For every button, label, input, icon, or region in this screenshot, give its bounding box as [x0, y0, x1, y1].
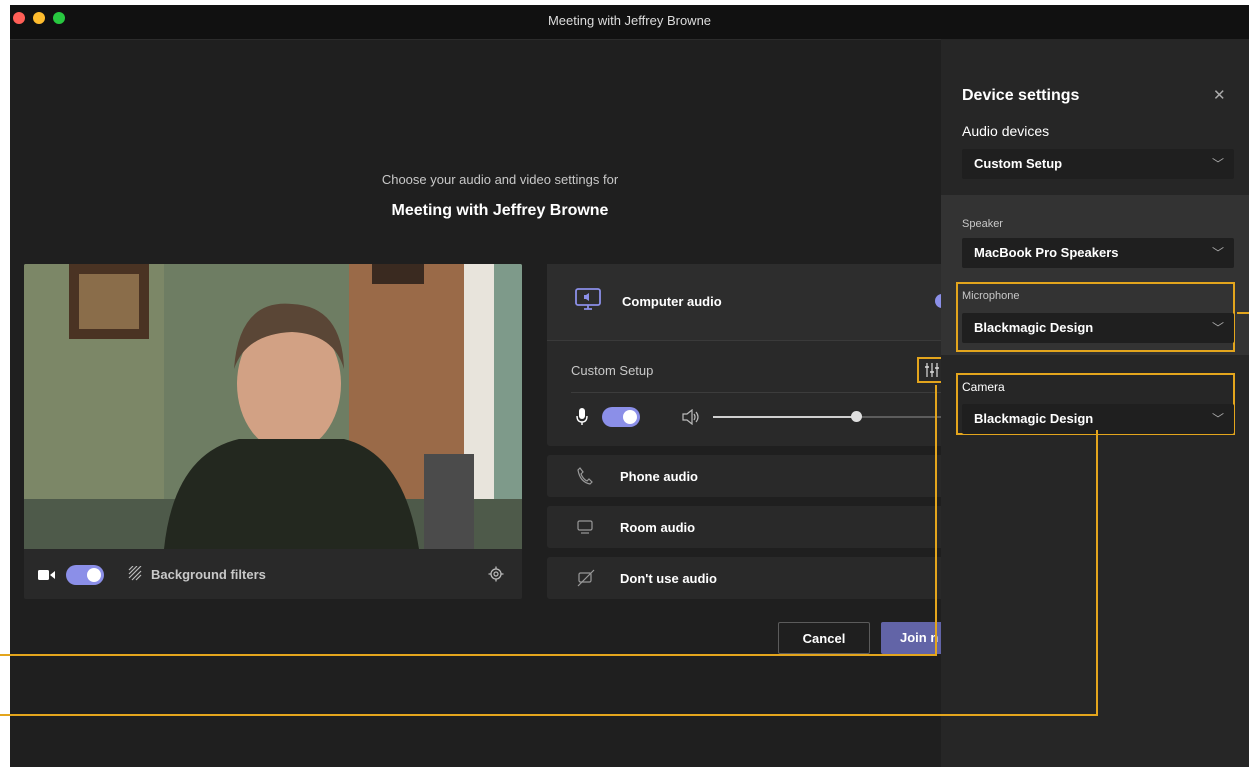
background-effects-icon [128, 566, 142, 581]
speaker-volume-icon [682, 409, 699, 425]
cancel-button[interactable]: Cancel [778, 622, 870, 654]
callout-line-adjust-vertical [935, 385, 937, 656]
camera-value: Blackmagic Design [974, 411, 1094, 426]
custom-setup-divider [571, 392, 941, 393]
device-settings-title: Device settings [962, 87, 1080, 104]
microphone-icon [576, 408, 588, 425]
microphone-label: Microphone [962, 290, 1020, 302]
prejoin-subtitle: Choose your audio and video settings for [381, 172, 619, 187]
camera-select[interactable]: Blackmagic Design ﹀ [962, 404, 1234, 434]
computer-audio-card[interactable]: Computer audio Custom Setup [547, 264, 949, 446]
callout-line-camera-vertical [1096, 430, 1098, 716]
room-display-icon [577, 520, 593, 534]
room-audio-label: Room audio [620, 520, 696, 535]
audio-devices-value: Custom Setup [974, 156, 1063, 171]
computer-audio-icon [575, 288, 601, 310]
close-panel-icon[interactable]: ✕ [1213, 86, 1226, 104]
chevron-down-icon: ﹀ [1211, 321, 1224, 335]
volume-slider-thumb[interactable] [851, 411, 862, 422]
speaker-label: Speaker [962, 218, 1003, 230]
camera-preview [24, 264, 522, 549]
device-settings-gear-icon[interactable] [488, 566, 504, 582]
callout-line-microphone [1237, 312, 1249, 314]
volume-slider-filled [713, 416, 858, 418]
video-camera-icon [38, 570, 55, 580]
no-audio-option[interactable]: Don't use audio [547, 557, 947, 599]
background-filters-label[interactable]: Background filters [151, 567, 266, 582]
microphone-select[interactable]: Blackmagic Design ﹀ [962, 313, 1234, 343]
audio-devices-select[interactable]: Custom Setup ﹀ [962, 149, 1234, 179]
room-audio-option[interactable]: Room audio [547, 506, 947, 548]
camera-preview-image [24, 264, 522, 549]
speaker-value: MacBook Pro Speakers [974, 245, 1119, 260]
audio-devices-label: Audio devices [962, 123, 1050, 139]
audio-adjust-icon[interactable] [925, 363, 939, 377]
volume-slider-track [858, 416, 947, 418]
device-settings-panel: Device settings ✕ Audio devices Custom S… [941, 39, 1249, 767]
meeting-window: Meeting with Jeffrey Browne Choose your … [10, 5, 1249, 767]
microphone-toggle[interactable] [602, 407, 640, 427]
no-audio-icon [577, 569, 595, 587]
chevron-down-icon: ﹀ [1211, 412, 1224, 426]
microphone-value: Blackmagic Design [974, 320, 1094, 335]
computer-audio-header[interactable]: Computer audio [547, 264, 949, 341]
video-preview-panel: Background filters [24, 264, 522, 599]
video-controls-bar: Background filters [24, 549, 522, 599]
custom-setup-label: Custom Setup [571, 363, 654, 378]
callout-line-adjust-horizontal [0, 654, 937, 656]
camera-label: Camera [962, 380, 1005, 394]
chevron-down-icon: ﹀ [1211, 246, 1224, 260]
phone-icon [577, 467, 593, 485]
phone-audio-option[interactable]: Phone audio [547, 455, 947, 497]
speaker-select[interactable]: MacBook Pro Speakers ﹀ [962, 238, 1234, 268]
window-title: Meeting with Jeffrey Browne [547, 13, 712, 28]
camera-toggle[interactable] [66, 565, 104, 585]
computer-audio-label: Computer audio [622, 294, 722, 309]
no-audio-label: Don't use audio [620, 571, 717, 586]
title-bar: Meeting with Jeffrey Browne [10, 5, 1249, 40]
chevron-down-icon: ﹀ [1211, 157, 1224, 171]
callout-line-camera-horizontal [0, 714, 1098, 716]
meeting-title: Meeting with Jeffrey Browne [391, 202, 609, 219]
phone-audio-label: Phone audio [620, 469, 698, 484]
